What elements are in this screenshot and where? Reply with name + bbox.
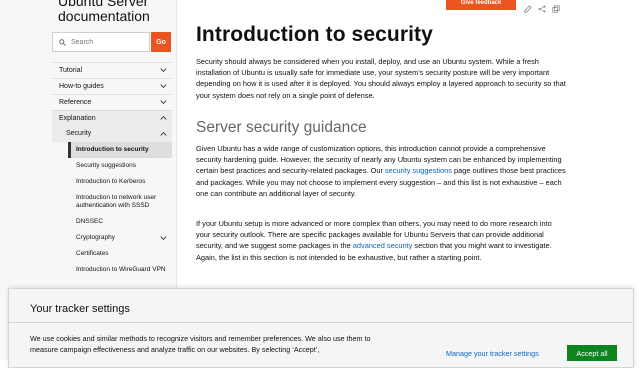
sidebar-item-label: Explanation: [59, 115, 96, 122]
page-title: Introduction to security: [196, 23, 433, 46]
sidebar-item-label: Security: [66, 130, 92, 137]
accept-all-button[interactable]: Accept all: [567, 345, 617, 361]
chevron-up-icon[interactable]: [160, 131, 167, 137]
search-box[interactable]: [52, 32, 150, 52]
section-heading: Server security guidance: [196, 119, 367, 136]
chevron-down-icon[interactable]: [160, 67, 167, 73]
sidebar-item-security-suggestions[interactable]: Security suggestions: [52, 158, 172, 174]
sidebar-item-cryptography[interactable]: Cryptography: [52, 230, 172, 246]
sidebar-nav: Tutorial How-to guides Reference Explana…: [52, 62, 172, 278]
divider: [9, 322, 633, 323]
sidebar-item-kerberos[interactable]: Introduction to Kerberos: [52, 174, 172, 190]
sidebar-item-wireguard[interactable]: Introduction to WireGuard VPN: [52, 262, 172, 278]
site-title[interactable]: Ubuntu Server documentation: [58, 0, 176, 24]
manage-tracker-settings-link[interactable]: Manage your tracker settings: [446, 349, 539, 358]
search-input[interactable]: [71, 38, 141, 46]
security-suggestions-link[interactable]: security suggestions: [385, 166, 452, 175]
sidebar-item-label: Reference: [59, 99, 92, 106]
page-actions: [524, 0, 560, 13]
sidebar-item-introduction-to-security[interactable]: Introduction to security: [68, 142, 172, 158]
guidance-paragraph: Given Ubuntu has a wide range of customi…: [196, 143, 568, 199]
sidebar-item-sssd[interactable]: Introduction to network user authenticat…: [52, 190, 172, 214]
chevron-down-icon[interactable]: [160, 83, 167, 89]
give-feedback-button[interactable]: Give feedback: [446, 0, 516, 10]
copy-icon[interactable]: [552, 0, 560, 13]
sidebar-item-security[interactable]: Security: [52, 126, 172, 142]
search-icon: [59, 38, 66, 46]
sidebar-item-label: Cryptography: [76, 234, 116, 241]
edit-icon[interactable]: [524, 0, 532, 13]
sidebar-item-reference[interactable]: Reference: [52, 94, 172, 110]
search-go-button[interactable]: Go: [151, 32, 171, 52]
advanced-security-link[interactable]: advanced security: [353, 241, 413, 250]
sidebar-item-dnssec[interactable]: DNSSEC: [52, 214, 172, 230]
cookie-banner: Your tracker settings We use cookies and…: [8, 288, 634, 368]
chevron-down-icon[interactable]: [160, 99, 167, 105]
sidebar-item-howto[interactable]: How-to guides: [52, 78, 172, 94]
chevron-down-icon[interactable]: [160, 235, 167, 241]
sidebar-item-explanation[interactable]: Explanation: [52, 110, 172, 126]
main-content: Introduction to security Security should…: [196, 22, 576, 262]
intro-paragraph: Security should always be considered whe…: [196, 57, 566, 100]
advanced-paragraph: If your Ubuntu setup is more advanced or…: [196, 218, 568, 263]
cookie-banner-title: Your tracker settings: [30, 303, 130, 315]
sidebar-item-tutorial[interactable]: Tutorial: [52, 62, 172, 78]
chevron-up-icon[interactable]: [160, 115, 167, 121]
search-form: Go: [52, 32, 172, 52]
share-icon[interactable]: [538, 0, 546, 13]
sidebar-item-label: How-to guides: [59, 83, 104, 90]
sidebar-item-certificates[interactable]: Certificates: [52, 246, 172, 262]
cookie-banner-text: We use cookies and similar methods to re…: [30, 334, 371, 354]
sidebar-item-label: Tutorial: [59, 67, 83, 74]
